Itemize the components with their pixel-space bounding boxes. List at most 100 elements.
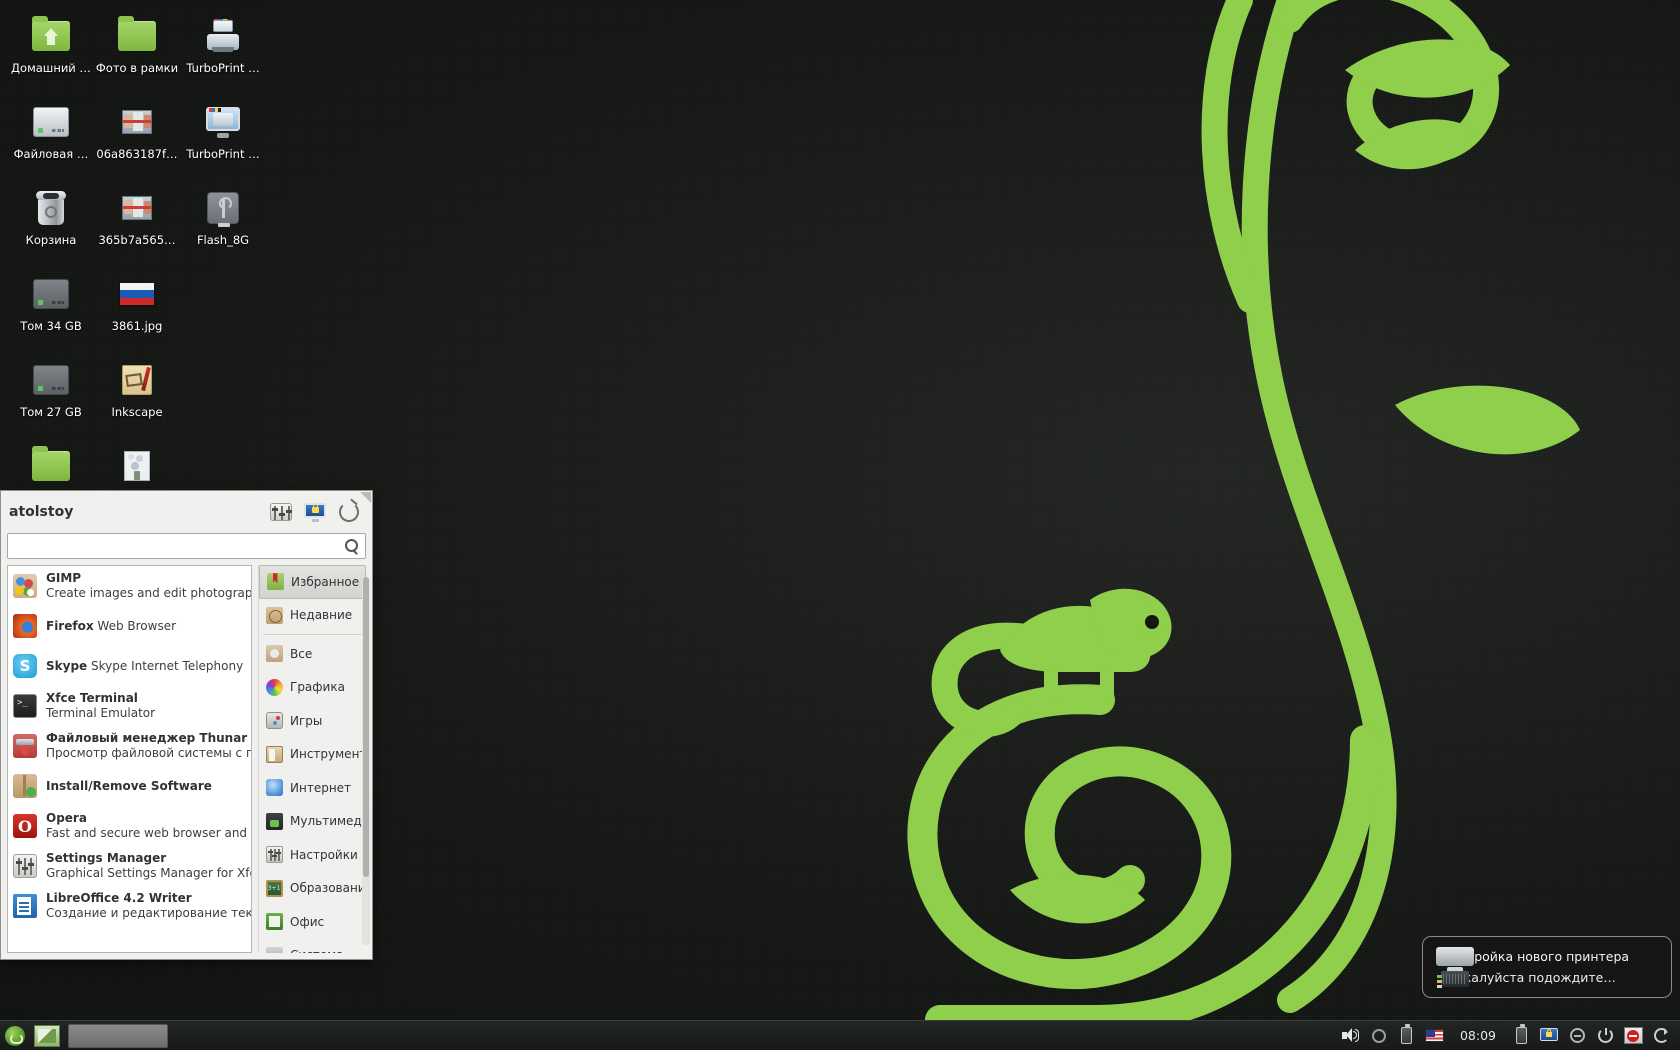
category-label: Недавние bbox=[290, 608, 353, 623]
desktop-icon-label: 365b7a565… bbox=[98, 234, 176, 247]
list-item[interactable]: Skype Skype Internet Telephony bbox=[8, 646, 251, 686]
list-item[interactable]: Install/Remove Software bbox=[8, 766, 251, 806]
clock[interactable]: 08:09 bbox=[1450, 1028, 1506, 1043]
minimize-icon bbox=[1569, 1028, 1585, 1043]
app-name: Skype bbox=[46, 658, 88, 673]
list-item[interactable]: Opera Fast and secure web browser and I… bbox=[8, 806, 251, 846]
gimp-icon bbox=[12, 573, 38, 599]
category-settings[interactable]: Настройки bbox=[259, 838, 366, 872]
menu-body: GIMP Create images and edit photographs … bbox=[1, 565, 372, 959]
battery-icon bbox=[1401, 1024, 1413, 1044]
app-description: Просмотр файловой системы с п… bbox=[46, 746, 252, 760]
desktop-icon-label: Том 34 GB bbox=[20, 320, 82, 333]
keyboard-layout-button[interactable] bbox=[1422, 1023, 1448, 1049]
search-input[interactable] bbox=[14, 539, 345, 553]
list-item[interactable]: Firefox Web Browser bbox=[8, 606, 251, 646]
desktop-icon-filesystem[interactable]: Файловая … bbox=[8, 100, 94, 170]
desktop-icon-home[interactable]: Домашний … bbox=[8, 14, 94, 84]
username-label: atolstoy bbox=[9, 504, 74, 520]
category-label: Все bbox=[290, 646, 313, 661]
minimize-button[interactable] bbox=[1564, 1023, 1590, 1049]
settings-icon bbox=[270, 503, 292, 521]
recent-icon bbox=[265, 606, 283, 624]
category-games[interactable]: Игры bbox=[259, 704, 366, 738]
lock-screen-tray-button[interactable] bbox=[1536, 1023, 1562, 1049]
desktop-icon-3861-jpg[interactable]: 3861.jpg bbox=[94, 272, 180, 342]
category-scrollbar[interactable] bbox=[362, 577, 370, 945]
desktop-icon-label: 06a863187f… bbox=[96, 148, 178, 161]
category-recent[interactable]: Недавние bbox=[259, 599, 366, 633]
search-box[interactable] bbox=[7, 533, 366, 559]
desktop-icon-label: Файловая … bbox=[13, 148, 89, 161]
power-icon bbox=[1597, 1028, 1613, 1043]
desktop-icon-inkscape[interactable]: Inkscape bbox=[94, 358, 180, 428]
show-desktop-button[interactable] bbox=[34, 1024, 60, 1047]
graphics-icon bbox=[265, 678, 283, 696]
list-item[interactable]: LibreOffice 4.2 Writer Создание и редакт… bbox=[8, 886, 251, 926]
category-all[interactable]: Все bbox=[259, 637, 366, 671]
list-item[interactable]: Файловый менеджер Thunar Просмотр файлов… bbox=[8, 726, 251, 766]
whisker-application-menu[interactable]: atolstoy GIMP Create images and edit pho… bbox=[0, 490, 373, 960]
desktop-icon-volume-27gb[interactable]: Том 27 GB bbox=[8, 358, 94, 428]
list-item[interactable]: GIMP Create images and edit photographs bbox=[8, 566, 251, 606]
desktop-icon-spacer-2 bbox=[180, 358, 266, 428]
log-out-button[interactable] bbox=[336, 501, 362, 523]
notification-popup[interactable]: Настройка нового принтера Пожалуйста под… bbox=[1422, 936, 1672, 998]
category-education[interactable]: Образование bbox=[259, 872, 366, 906]
category-system[interactable]: Система bbox=[259, 939, 366, 953]
restart-button[interactable] bbox=[1648, 1023, 1674, 1049]
drive-icon bbox=[29, 358, 73, 402]
do-not-disturb-button[interactable] bbox=[1620, 1023, 1646, 1049]
app-description: Web Browser bbox=[97, 618, 177, 633]
settings-manager-button[interactable] bbox=[268, 501, 294, 523]
folder-icon bbox=[115, 14, 159, 58]
lock-screen-button[interactable] bbox=[302, 501, 328, 523]
category-accessories[interactable]: Инструменты bbox=[259, 738, 366, 772]
desktop-icon-flash-drive[interactable]: Flash_8G bbox=[180, 186, 266, 256]
application-list[interactable]: GIMP Create images and edit photographs … bbox=[7, 565, 252, 953]
battery-tray-button[interactable] bbox=[1508, 1023, 1534, 1049]
log-out-icon bbox=[339, 502, 359, 522]
category-office[interactable]: Офис bbox=[259, 905, 366, 939]
favorites-icon bbox=[266, 573, 284, 591]
desktop-icon-image-2[interactable]: 365b7a565… bbox=[94, 186, 180, 256]
task-button[interactable] bbox=[68, 1023, 168, 1048]
image-file-icon bbox=[115, 186, 159, 230]
app-name: Xfce Terminal bbox=[46, 691, 138, 705]
desktop-icon-label: Flash_8G bbox=[196, 234, 250, 247]
category-graphics[interactable]: Графика bbox=[259, 671, 366, 705]
indicator-button[interactable] bbox=[1366, 1023, 1392, 1049]
package-icon bbox=[12, 773, 38, 799]
settings-icon bbox=[12, 853, 38, 879]
system-icon bbox=[265, 946, 283, 953]
battery-button[interactable] bbox=[1394, 1023, 1420, 1049]
app-description: Skype Internet Telephony bbox=[91, 658, 244, 673]
scrollbar-thumb[interactable] bbox=[363, 577, 369, 877]
desktop-icon-turboprint-monitor[interactable]: TurboPrint … bbox=[180, 100, 266, 170]
list-item[interactable]: Xfce Terminal Terminal Emulator bbox=[8, 686, 251, 726]
skype-icon bbox=[12, 653, 38, 679]
list-item[interactable]: Settings Manager Graphical Settings Mana… bbox=[8, 846, 251, 886]
thunar-icon bbox=[12, 733, 38, 759]
power-button[interactable] bbox=[1592, 1023, 1618, 1049]
inkscape-icon bbox=[115, 358, 159, 402]
applications-menu-button[interactable] bbox=[0, 1021, 30, 1050]
firefox-icon bbox=[12, 613, 38, 639]
do-not-disturb-icon bbox=[1623, 1027, 1643, 1044]
volume-button[interactable] bbox=[1338, 1023, 1364, 1049]
category-label: Интернет bbox=[290, 780, 352, 795]
search-icon[interactable] bbox=[345, 539, 359, 553]
desktop-icon-photo-frames[interactable]: Фото в рамки bbox=[94, 14, 180, 84]
category-multimedia[interactable]: Мультимедиа bbox=[259, 805, 366, 839]
category-favorites[interactable]: Избранное bbox=[259, 565, 366, 599]
desktop-icon-trash[interactable]: Корзина bbox=[8, 186, 94, 256]
category-label: Инструменты bbox=[290, 747, 366, 762]
desktop-icon-volume-34gb[interactable]: Том 34 GB bbox=[8, 272, 94, 342]
category-list[interactable]: Избранное Недавние Все Графика Игры Инст… bbox=[258, 565, 366, 953]
desktop-icon-turboprint[interactable]: TurboPrint … bbox=[180, 14, 266, 84]
lock-screen-icon bbox=[304, 502, 326, 522]
app-name: LibreOffice 4.2 Writer bbox=[46, 891, 192, 905]
desktop-icon-image-1[interactable]: 06a863187f… bbox=[94, 100, 180, 170]
category-internet[interactable]: Интернет bbox=[259, 771, 366, 805]
app-description: Fast and secure web browser and I… bbox=[46, 826, 252, 840]
